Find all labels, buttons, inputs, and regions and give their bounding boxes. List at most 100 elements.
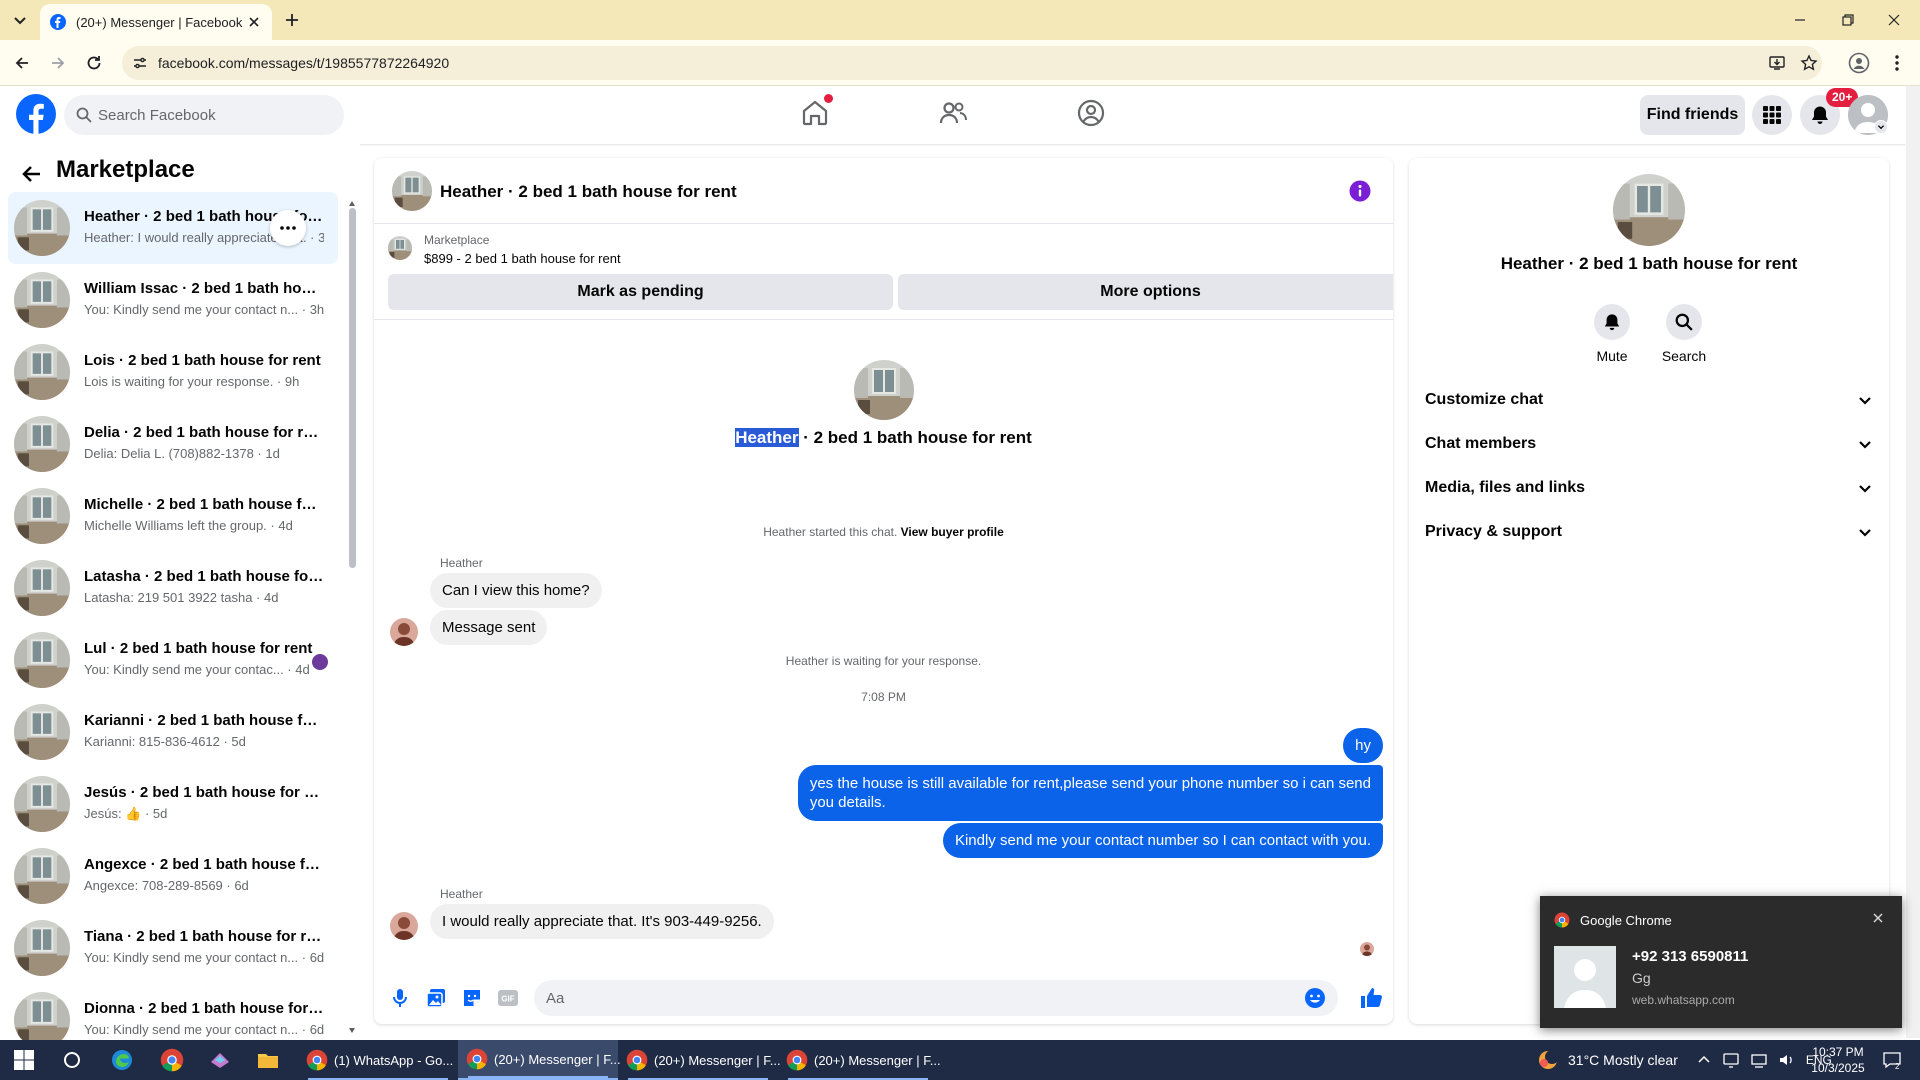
- incoming-message[interactable]: I would really appreciate that. It's 903…: [430, 904, 774, 939]
- friends-icon[interactable]: [938, 98, 968, 128]
- taskbar-messenger-window[interactable]: (20+) Messenger | F...: [618, 1040, 781, 1080]
- home-icon[interactable]: [800, 94, 833, 128]
- taskbar-clock[interactable]: 10:37 PM 10/3/2025: [1802, 1044, 1874, 1076]
- chat-details-panel: Heather · 2 bed 1 bath house for rent Mu…: [1409, 158, 1889, 1024]
- outgoing-message[interactable]: yes the house is still available for ren…: [797, 765, 1383, 821]
- chat-listing-avatar[interactable]: [392, 171, 432, 211]
- chrome-icon[interactable]: [160, 1048, 184, 1072]
- file-explorer-icon[interactable]: [256, 1048, 280, 1072]
- mute-button[interactable]: [1594, 304, 1630, 340]
- forward-arrow-icon[interactable]: [48, 53, 68, 73]
- window-restore-icon[interactable]: [1838, 10, 1858, 30]
- search-circle-icon[interactable]: [60, 1048, 84, 1072]
- more-options-button[interactable]: More options: [898, 274, 1393, 310]
- bookmark-star-icon[interactable]: [1800, 54, 1818, 72]
- taskbar-messenger-window[interactable]: (20+) Messenger | F...: [778, 1040, 941, 1080]
- message-input[interactable]: [546, 980, 1286, 1016]
- chrome-menu-kebab-icon[interactable]: [1886, 52, 1908, 74]
- tab-search-chevron-icon[interactable]: [8, 8, 32, 32]
- listing-price-title[interactable]: $899 - 2 bed 1 bath house for rent: [424, 251, 621, 266]
- windows-start-icon[interactable]: [12, 1048, 36, 1072]
- find-friends-button[interactable]: Find friends: [1640, 95, 1745, 135]
- sender-avatar[interactable]: [390, 912, 418, 940]
- conversation-preview: You: Kindly send me your contact n... · …: [84, 302, 324, 317]
- conversation-item[interactable]: Jesús · 2 bed 1 bath house for rent Jesús…: [8, 768, 338, 840]
- window-minimize-icon[interactable]: [1790, 10, 1810, 30]
- site-info-icon[interactable]: [132, 55, 148, 71]
- install-app-icon[interactable]: [1768, 54, 1786, 72]
- customize-chat-row[interactable]: Customize chat: [1425, 380, 1873, 420]
- volume-icon[interactable]: [1778, 1051, 1796, 1069]
- search-input[interactable]: [98, 95, 328, 135]
- clock-time: 10:37 PM: [1812, 1045, 1864, 1059]
- menu-grid-button[interactable]: [1752, 95, 1792, 135]
- notification-center-icon[interactable]: 2: [1882, 1050, 1902, 1070]
- facebook-logo-icon[interactable]: [16, 94, 56, 134]
- thumbs-up-icon[interactable]: [1359, 986, 1383, 1010]
- microphone-icon[interactable]: [388, 986, 412, 1010]
- details-avatar[interactable]: [1613, 174, 1685, 246]
- conversation-item[interactable]: William Issac · 2 bed 1 bath house for r…: [8, 264, 338, 336]
- weather-text[interactable]: 31°C Mostly clear: [1568, 1052, 1678, 1068]
- search-in-chat-button[interactable]: [1666, 304, 1702, 340]
- message-input-box[interactable]: [534, 980, 1338, 1016]
- new-tab-plus-icon[interactable]: [282, 10, 302, 30]
- incoming-message[interactable]: Can I view this home?: [430, 573, 602, 608]
- mark-as-pending-button[interactable]: Mark as pending: [388, 274, 893, 310]
- conversation-item[interactable]: Heather · 2 bed 1 bath house for rent Hea…: [8, 192, 338, 264]
- app-launcher-icon[interactable]: [208, 1048, 232, 1072]
- photo-icon[interactable]: [424, 986, 448, 1010]
- chrome-profile-icon[interactable]: [1848, 52, 1870, 74]
- weather-moon-icon[interactable]: [1536, 1048, 1560, 1072]
- conversation-item[interactable]: Delia · 2 bed 1 bath house for rent Delia…: [8, 408, 338, 480]
- tab-close-icon[interactable]: [246, 14, 262, 30]
- tray-chevron-up-icon[interactable]: [1696, 1052, 1712, 1068]
- privacy-support-row[interactable]: Privacy & support: [1425, 512, 1873, 552]
- edge-browser-icon[interactable]: [110, 1048, 134, 1072]
- reload-icon[interactable]: [84, 53, 104, 73]
- conversation-item[interactable]: Lois · 2 bed 1 bath house for rent Lois i…: [8, 336, 338, 408]
- meet-now-icon[interactable]: [1722, 1051, 1740, 1069]
- search-action[interactable]: Search: [1652, 304, 1716, 364]
- taskbar-messenger-window-active[interactable]: (20+) Messenger | F...: [458, 1040, 621, 1080]
- chrome-notification[interactable]: Google Chrome +92 313 6590811 Gg web.wha…: [1540, 896, 1902, 1028]
- notification-close-icon[interactable]: [1870, 910, 1886, 926]
- conversation-item[interactable]: Latasha · 2 bed 1 bath house for rent Lat…: [8, 552, 338, 624]
- conversation-item[interactable]: Tiana · 2 bed 1 bath house for rent You: …: [8, 912, 338, 984]
- sender-avatar[interactable]: [390, 618, 418, 646]
- outgoing-message[interactable]: hy: [1343, 728, 1383, 763]
- back-arrow-icon[interactable]: [20, 162, 44, 186]
- media-files-links-row[interactable]: Media, files and links: [1425, 468, 1873, 508]
- outgoing-message[interactable]: Kindly send me your contact number so I …: [942, 823, 1383, 858]
- listing-thumbnail[interactable]: [388, 236, 412, 260]
- incoming-message[interactable]: Message sent: [430, 610, 548, 645]
- sidebar-scrollbar-thumb[interactable]: [349, 208, 356, 568]
- account-chevron-down-icon[interactable]: [1874, 120, 1888, 134]
- gif-icon[interactable]: GIF: [496, 986, 520, 1010]
- url-text[interactable]: facebook.com/messages/t/1985577872264920: [158, 55, 449, 71]
- back-arrow-icon[interactable]: [12, 53, 32, 73]
- chat-title[interactable]: Heather · 2 bed 1 bath house for rent: [440, 182, 737, 202]
- taskbar-whatsapp-window[interactable]: (1) WhatsApp - Go...: [298, 1040, 458, 1080]
- emoji-icon[interactable]: [1304, 987, 1326, 1009]
- mute-action[interactable]: Mute: [1580, 304, 1644, 364]
- search-box[interactable]: [64, 95, 344, 135]
- address-bar[interactable]: facebook.com/messages/t/1985577872264920: [122, 46, 1822, 80]
- profile-circle-icon[interactable]: [1076, 98, 1106, 128]
- page-scrollbar[interactable]: [1906, 86, 1920, 1038]
- intro-avatar[interactable]: [854, 360, 914, 420]
- info-icon[interactable]: [1349, 180, 1371, 202]
- conversation-item[interactable]: Lul · 2 bed 1 bath house for rent You: Ki…: [8, 624, 338, 696]
- conversation-item[interactable]: Michelle · 2 bed 1 bath house for rent Mi…: [8, 480, 338, 552]
- window-close-icon[interactable]: [1884, 10, 1904, 30]
- conversation-more-button[interactable]: [270, 210, 306, 246]
- browser-tab-active[interactable]: (20+) Messenger | Facebook: [40, 4, 272, 40]
- view-buyer-profile-link[interactable]: View buyer profile: [901, 525, 1004, 539]
- sticker-icon[interactable]: [460, 986, 484, 1010]
- network-icon[interactable]: [1750, 1051, 1768, 1069]
- chat-members-row[interactable]: Chat members: [1425, 424, 1873, 464]
- conversation-item[interactable]: Karianni · 2 bed 1 bath house for rent Ka…: [8, 696, 338, 768]
- conversation-preview: Karianni: 815-836-4612 · 5d: [84, 734, 246, 749]
- conversation-name: Karianni · 2 bed 1 bath house for rent: [84, 712, 324, 729]
- conversation-item[interactable]: Angexce · 2 bed 1 bath house for rent Ang…: [8, 840, 338, 912]
